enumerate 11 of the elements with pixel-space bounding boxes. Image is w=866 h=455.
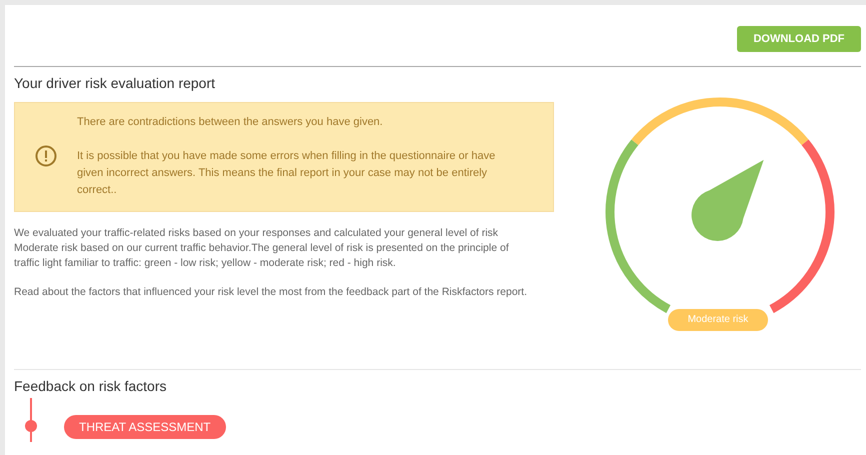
risk-level-badge: Moderate risk	[668, 309, 768, 331]
feedback-title: Feedback on risk factors	[14, 377, 168, 396]
warning-heading: There are contradictions between the answers you have given.	[77, 115, 384, 130]
timeline-marker	[24, 398, 38, 442]
factor-tag: THREAT ASSESSMENT	[64, 415, 226, 439]
report-paragraph: We evaluated your traffic-related risks based on your responses and calculated your general level of risk Moderate risk based on our current traffic behavior.The general level of risk is presented on the principle of traffic light familiar to traffic: green - low risk; yellow - moderate risk; red - high risk.	[14, 226, 510, 271]
report-paragraph: Read about the factors that influenced your risk level the most from the feedback part of the Riskfactors report.	[14, 285, 528, 300]
download-pdf-button[interactable]: DOWNLOAD PDF	[737, 26, 861, 52]
warning-icon	[35, 145, 57, 167]
report-title: Your driver risk evaluation report	[14, 74, 216, 93]
warning-text: It is possible that you have made some errors when filling in the questionnaire or have given incorrect answers. This means the final report in your case may not be entirely correct..	[77, 149, 496, 198]
